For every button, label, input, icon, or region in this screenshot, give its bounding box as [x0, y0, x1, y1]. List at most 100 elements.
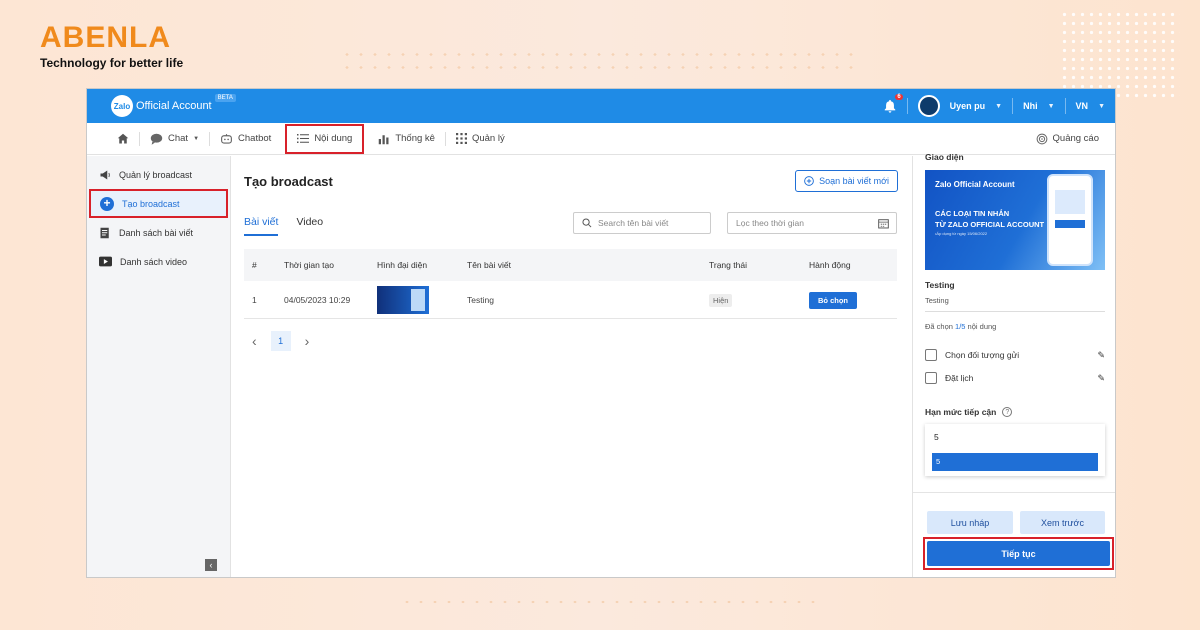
- row-created: 04/05/2023 10:29: [284, 294, 351, 305]
- pagination: ‹ 1 ›: [252, 331, 309, 351]
- option-audience[interactable]: Chọn đối tượng gửi ✎: [925, 349, 1105, 361]
- main-content: Tạo broadcast Soạn bài viết mới Bài viết…: [232, 156, 912, 577]
- sidebar-item-article-list[interactable]: Danh sách bài viết: [87, 218, 230, 247]
- pencil-icon[interactable]: ✎: [1097, 373, 1105, 384]
- content-tabs: Bài viết Video: [244, 216, 323, 236]
- sidebar-item-manage-broadcast[interactable]: Quản lý broadcast: [87, 160, 230, 189]
- plus-circle-icon: +: [100, 196, 114, 211]
- sidebar-item-video-list[interactable]: Danh sách video: [87, 247, 230, 276]
- sidebar-item-label: Danh sách video: [120, 256, 188, 267]
- divider: [906, 98, 908, 114]
- menu-item-manage[interactable]: Quản lý: [446, 123, 515, 155]
- column-header: Hành động: [809, 260, 851, 270]
- quota-value: 5: [934, 432, 939, 442]
- pencil-icon[interactable]: ✎: [1097, 350, 1105, 361]
- top-bar: Zalo Official Account BETA 6 Uyen pu ▼ N…: [87, 89, 1115, 123]
- brand-name: ABENLA: [40, 21, 171, 54]
- chart-icon: [379, 134, 389, 144]
- phone-illustration: [1047, 174, 1093, 266]
- deselect-button[interactable]: Bỏ chọn: [809, 291, 857, 309]
- page-number[interactable]: 1: [270, 331, 291, 351]
- quota-option[interactable]: 5: [932, 453, 1098, 471]
- app-title: Official Account: [136, 100, 212, 112]
- table-row[interactable]: 1 04/05/2023 10:29 Testing Hiện Bỏ chọn: [244, 281, 897, 319]
- section-label: Giao diện: [925, 152, 964, 162]
- top-right-controls: 6 Uyen pu ▼ Nhi ▼ VN ▼: [883, 94, 1105, 117]
- sidebar-item-create-broadcast[interactable]: + Tạo broadcast: [89, 189, 228, 218]
- chevron-down-icon[interactable]: ▼: [995, 103, 1002, 110]
- selected-suffix: nội dung: [965, 322, 997, 331]
- column-header: Thời gian tạo: [284, 260, 334, 270]
- plus-circle-icon: [804, 176, 814, 186]
- banner-headline: CÁC LOẠI TIN NHẮN TỪ ZALO OFFICIAL ACCOU…: [935, 208, 1044, 230]
- help-icon[interactable]: ?: [1002, 407, 1013, 417]
- action-footer: Lưu nháp Xem trước Tiếp tục: [913, 492, 1115, 577]
- banner-headline-line: TỪ ZALO OFFICIAL ACCOUNT: [935, 220, 1045, 229]
- column-header: Hình đại diện: [377, 260, 428, 270]
- status-badge: Hiện: [709, 293, 733, 307]
- option-label: Đặt lịch: [945, 373, 974, 383]
- tab-articles[interactable]: Bài viết: [244, 216, 279, 236]
- row-action-cell: Bỏ chọn: [809, 291, 897, 309]
- next-page-button[interactable]: ›: [305, 333, 310, 349]
- chevron-down-icon[interactable]: ▼: [1098, 103, 1105, 110]
- menu-item-stats[interactable]: Thống kê: [368, 123, 445, 155]
- chevron-down-icon: ▼: [193, 135, 200, 142]
- menu-item-label: Quảng cáo: [1052, 133, 1099, 144]
- menu-item-chatbot[interactable]: Chatbot: [210, 123, 281, 155]
- divider: [1064, 98, 1066, 114]
- row-thumbnail-cell: [377, 285, 467, 314]
- menu-item-ads[interactable]: Quảng cáo: [1036, 133, 1099, 145]
- menu-item-content[interactable]: Nội dung: [285, 123, 365, 154]
- zalo-logo[interactable]: Zalo: [111, 95, 133, 117]
- sidebar-item-label: Tạo broadcast: [122, 198, 180, 209]
- column-header: Tên bài viết: [467, 260, 511, 270]
- menu-item-label: Chatbot: [238, 133, 272, 144]
- search-icon: [582, 218, 592, 228]
- continue-button[interactable]: Tiếp tục: [927, 541, 1110, 566]
- user-name[interactable]: Uyen pu: [950, 101, 986, 111]
- checkbox[interactable]: [925, 372, 937, 384]
- decor-dots: [400, 596, 820, 608]
- date-filter-input[interactable]: Lọc theo thời gian: [727, 212, 897, 234]
- bell-icon[interactable]: 6: [883, 94, 903, 113]
- article-banner: Zalo Official Account CÁC LOẠI TIN NHẮN …: [925, 170, 1105, 270]
- article-title: Testing: [925, 280, 955, 290]
- selected-value: 1/5: [955, 322, 966, 331]
- prev-page-button[interactable]: ‹: [252, 333, 257, 349]
- checkbox[interactable]: [925, 349, 937, 361]
- row-status-cell: Hiện: [709, 293, 809, 307]
- continue-highlight: Tiếp tục: [923, 537, 1114, 570]
- option-schedule[interactable]: Đặt lịch ✎: [925, 372, 1105, 384]
- chevron-down-icon[interactable]: ▼: [1048, 103, 1055, 110]
- language-select[interactable]: VN: [1076, 101, 1089, 111]
- sidebar: Quản lý broadcast + Tạo broadcast Danh s…: [87, 156, 231, 577]
- decor-dots: [340, 48, 860, 74]
- decor-dots: [1060, 10, 1180, 100]
- sidebar-item-label: Quản lý broadcast: [119, 169, 193, 180]
- search-input[interactable]: Search tên bài viết: [573, 212, 711, 234]
- divider: [1012, 98, 1014, 114]
- quota-label-row: Hạn mức tiếp cận ?: [925, 407, 1013, 417]
- article-icon: [100, 227, 109, 238]
- role-select[interactable]: Nhi: [1023, 101, 1038, 111]
- home-icon: [117, 133, 129, 143]
- beta-badge: BETA: [214, 94, 236, 102]
- collapse-sidebar-button[interactable]: ‹: [205, 559, 217, 571]
- save-draft-button[interactable]: Lưu nháp: [927, 511, 1013, 534]
- menu-item-label: Thống kê: [395, 133, 435, 144]
- tab-videos[interactable]: Video: [296, 216, 323, 236]
- search-placeholder: Search tên bài viết: [598, 218, 669, 228]
- avatar[interactable]: [917, 95, 940, 117]
- preview-button[interactable]: Xem trước: [1020, 511, 1105, 534]
- banner-subtitle: •Áp dụng từ ngày 15/06/2022: [935, 231, 988, 236]
- video-icon: [99, 256, 112, 267]
- menu-home[interactable]: [107, 123, 139, 155]
- menu-item-chat[interactable]: Chat ▼: [140, 123, 209, 155]
- grid-icon: [455, 133, 467, 144]
- column-header: Trạng thái: [709, 260, 747, 270]
- articles-table: # Thời gian tạo Hình đại diện Tên bài vi…: [244, 249, 897, 319]
- quota-select[interactable]: 5 5: [925, 424, 1105, 476]
- compose-article-button[interactable]: Soạn bài viết mới: [795, 170, 898, 192]
- broadcast-settings-panel: Giao diện Zalo Official Account CÁC LOẠI…: [912, 152, 1115, 577]
